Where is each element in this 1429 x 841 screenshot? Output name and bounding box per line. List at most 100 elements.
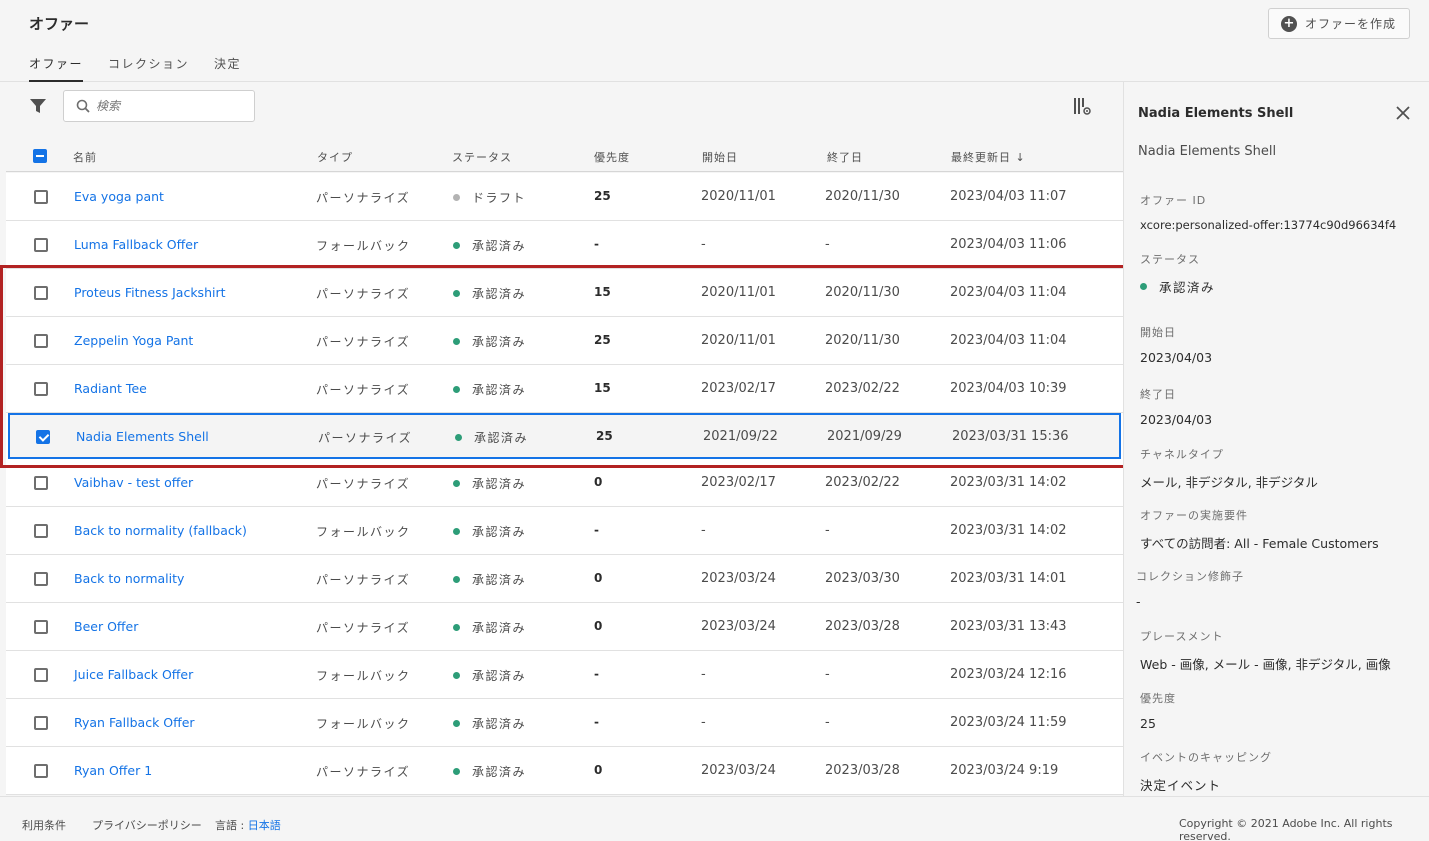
row-checkbox[interactable] xyxy=(34,524,48,538)
tab-collections[interactable]: コレクション xyxy=(108,55,189,82)
row-checkbox[interactable] xyxy=(34,764,48,778)
tab-offers[interactable]: オファー xyxy=(29,55,84,82)
offer-last-updated: 2023/03/24 11:59 xyxy=(950,715,1067,730)
tab-decisions[interactable]: 決定 xyxy=(214,55,241,82)
table-row[interactable]: Back to normality (fallback) フォールバック 承認済み -… xyxy=(6,507,1123,555)
offer-end-date: 2023/03/30 xyxy=(825,571,900,586)
channel-type-field: チャネルタイプ メール, 非デジタル, 非デジタル xyxy=(1140,446,1318,491)
offer-type: パーソナライズ xyxy=(316,621,411,635)
offer-end-date: 2021/09/29 xyxy=(827,429,902,444)
filter-icon[interactable] xyxy=(29,97,47,115)
status-text: 承認済み xyxy=(472,335,527,349)
row-checkbox[interactable] xyxy=(36,430,50,444)
offer-name-link[interactable]: Luma Fallback Offer xyxy=(74,237,198,252)
offer-end-date: - xyxy=(825,237,830,252)
status-value: 承認済み xyxy=(1159,280,1216,295)
column-header-priority[interactable]: 優先度 xyxy=(594,149,630,165)
status-text: 承認済み xyxy=(472,573,527,587)
status-dot-icon xyxy=(453,576,460,583)
column-header-status[interactable]: ステータス xyxy=(452,149,512,165)
offer-status: 承認済み xyxy=(453,715,526,732)
offer-name-link[interactable]: Zeppelin Yoga Pant xyxy=(74,333,193,348)
offer-start-date: 2020/11/01 xyxy=(701,285,776,300)
offer-status: ドラフト xyxy=(453,189,526,206)
table-row[interactable]: Nadia Elements Shell パーソナライズ 承認済み 25 2021/09… xyxy=(8,413,1121,459)
status-text: 承認済み xyxy=(472,717,527,731)
offer-status: 承認済み xyxy=(455,429,528,446)
create-offer-label: オファーを作成 xyxy=(1305,17,1397,31)
offer-priority: - xyxy=(594,237,599,251)
offer-type: パーソナライズ xyxy=(316,383,411,397)
column-header-name[interactable]: 名前 xyxy=(73,149,97,165)
details-panel: Nadia Elements Shell Nadia Elements Shel… xyxy=(1123,82,1429,796)
placement-label: プレースメント xyxy=(1140,630,1224,643)
row-checkbox[interactable] xyxy=(34,286,48,300)
column-header-type[interactable]: タイプ xyxy=(317,149,353,165)
offer-start-date: 2023/03/24 xyxy=(701,619,776,634)
offer-type: パーソナライズ xyxy=(316,573,411,587)
offer-name-link[interactable]: Back to normality (fallback) xyxy=(74,523,247,538)
language-selector[interactable]: 言語 : 日本語 xyxy=(215,817,281,833)
close-icon[interactable] xyxy=(1394,104,1412,122)
column-header-updated[interactable]: 最終更新日 ↓ xyxy=(951,149,1026,165)
status-text: 承認済み xyxy=(474,431,529,445)
offer-status: 承認済み xyxy=(453,237,526,254)
collection-qualifier-label: コレクション修飾子 xyxy=(1136,570,1244,583)
row-checkbox[interactable] xyxy=(34,238,48,252)
offer-name-link[interactable]: Juice Fallback Offer xyxy=(74,667,193,682)
row-checkbox[interactable] xyxy=(34,668,48,682)
table-row[interactable]: Radiant Tee パーソナライズ 承認済み 15 2023/02/17 2023/0… xyxy=(6,365,1123,413)
channel-type-value: メール, 非デジタル, 非デジタル xyxy=(1140,475,1318,490)
priority-label: 優先度 xyxy=(1140,692,1176,705)
offer-name-link[interactable]: Eva yoga pant xyxy=(74,189,164,204)
table-row[interactable]: Luma Fallback Offer フォールバック 承認済み - - - 2023/04… xyxy=(6,221,1123,269)
search-box[interactable] xyxy=(63,90,255,122)
priority-value: 25 xyxy=(1140,716,1156,731)
offer-start-date: 2021/09/22 xyxy=(703,429,778,444)
status-text: 承認済み xyxy=(472,287,527,301)
row-checkbox[interactable] xyxy=(34,334,48,348)
offer-name-link[interactable]: Proteus Fitness Jackshirt xyxy=(74,285,226,300)
plus-icon: + xyxy=(1281,15,1297,32)
table-row[interactable]: Beer Offer パーソナライズ 承認済み 0 2023/03/24 2023/03/… xyxy=(6,603,1123,651)
language-link[interactable]: 日本語 xyxy=(248,819,281,832)
offer-name-link[interactable]: Vaibhav - test offer xyxy=(74,475,193,490)
create-offer-button[interactable]: + オファーを作成 xyxy=(1268,8,1410,39)
row-checkbox[interactable] xyxy=(34,716,48,730)
privacy-link[interactable]: プライバシーポリシー xyxy=(92,817,202,833)
offer-name-link[interactable]: Beer Offer xyxy=(74,619,138,634)
search-input[interactable] xyxy=(96,99,246,113)
offer-name-link[interactable]: Nadia Elements Shell xyxy=(76,429,209,444)
offer-name-link[interactable]: Ryan Fallback Offer xyxy=(74,715,195,730)
status-text: 承認済み xyxy=(472,525,527,539)
table-row[interactable]: Back to normality パーソナライズ 承認済み 0 2023/03/24 2… xyxy=(6,555,1123,603)
table-row[interactable]: Vaibhav - test offer パーソナライズ 承認済み 0 2023/02/… xyxy=(6,459,1123,507)
offer-name-link[interactable]: Back to normality xyxy=(74,571,184,586)
row-checkbox[interactable] xyxy=(34,382,48,396)
offer-priority: 0 xyxy=(594,475,603,489)
offer-priority: 0 xyxy=(594,571,603,585)
select-all-checkbox[interactable] xyxy=(33,149,47,163)
table-row[interactable]: Zeppelin Yoga Pant パーソナライズ 承認済み 25 2020/11/0… xyxy=(6,317,1123,365)
row-checkbox[interactable] xyxy=(34,620,48,634)
row-checkbox[interactable] xyxy=(34,572,48,586)
column-header-end[interactable]: 終了日 xyxy=(827,149,863,165)
offer-name-link[interactable]: Radiant Tee xyxy=(74,381,147,396)
offer-last-updated: 2023/03/24 9:19 xyxy=(950,763,1059,778)
table-row[interactable]: Ryan Offer 1 パーソナライズ 承認済み 0 2023/03/24 2023/0… xyxy=(6,747,1123,795)
row-checkbox[interactable] xyxy=(34,476,48,490)
table-row[interactable]: Proteus Fitness Jackshirt パーソナライズ 承認済み 15 20… xyxy=(6,269,1123,317)
column-header-start[interactable]: 開始日 xyxy=(702,149,738,165)
offer-priority: 0 xyxy=(594,619,603,633)
terms-link[interactable]: 利用条件 xyxy=(22,817,66,833)
offer-last-updated: 2023/03/31 15:36 xyxy=(952,429,1069,444)
column-settings-icon[interactable] xyxy=(1072,96,1092,116)
offer-name-link[interactable]: Ryan Offer 1 xyxy=(74,763,152,778)
row-checkbox[interactable] xyxy=(34,190,48,204)
table-row[interactable]: Ryan Fallback Offer フォールバック 承認済み - - - 2023/03… xyxy=(6,699,1123,747)
table-row[interactable]: Juice Fallback Offer フォールバック 承認済み - - - 2023/0… xyxy=(6,651,1123,699)
status-dot-icon xyxy=(453,768,460,775)
table-row[interactable]: Eva yoga pant パーソナライズ ドラフト 25 2020/11/01 2020… xyxy=(6,173,1123,221)
status-dot-icon xyxy=(1140,283,1147,290)
offer-start-date: 2023/02/17 xyxy=(701,381,776,396)
